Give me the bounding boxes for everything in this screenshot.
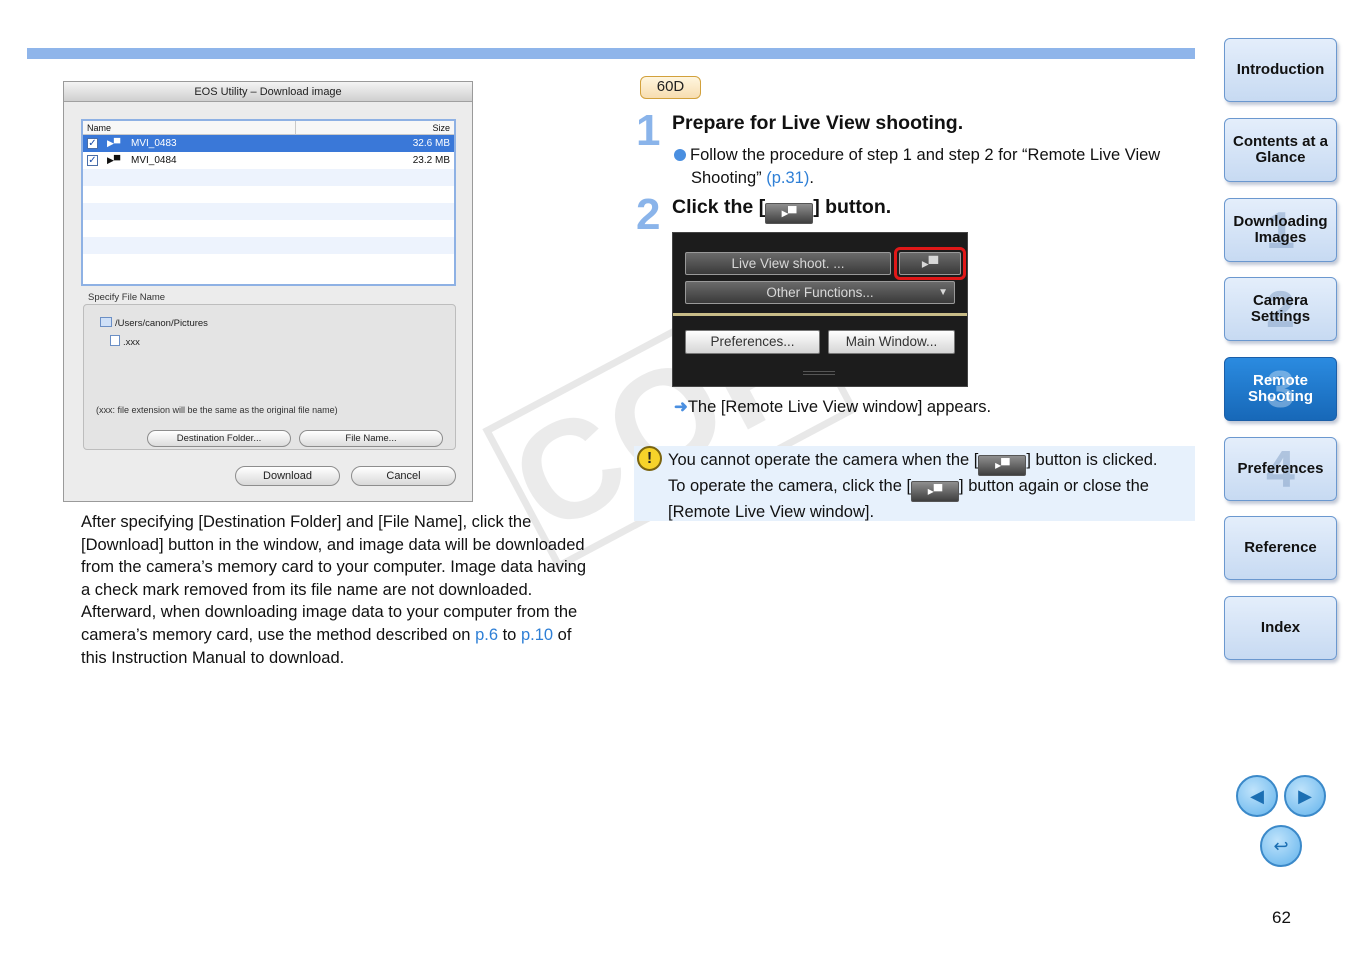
bullet-icon	[674, 149, 686, 161]
column-name: Name	[87, 123, 112, 133]
column-size: Size	[432, 123, 450, 133]
destination-path: /Users/canon/Pictures	[100, 317, 208, 329]
step-title: Click the [▸▀] button.	[672, 196, 891, 224]
download-dialog: EOS Utility – Download image Name Size ✓…	[63, 81, 473, 502]
specify-file-name-label: Specify File Name	[88, 292, 166, 303]
folder-icon	[100, 317, 112, 327]
checkbox[interactable]: ✓	[87, 155, 98, 166]
step-number: 1	[636, 106, 661, 155]
return-icon[interactable]: ↩	[1260, 825, 1302, 867]
main-window-button[interactable]: Main Window...	[828, 330, 955, 354]
file-row[interactable]: ✓ ▶▀ MVI_0483 32.6 MB	[83, 135, 454, 152]
page-link[interactable]: (p.31)	[766, 169, 809, 187]
arrow-icon: ➜	[674, 398, 688, 416]
model-badge: 60D	[640, 76, 701, 99]
caution-box: ! You cannot operate the camera when the…	[634, 446, 1195, 521]
nav-reference[interactable]: Reference	[1224, 516, 1337, 580]
checkbox[interactable]: ✓	[87, 138, 98, 149]
resize-grip	[803, 371, 835, 375]
result-text: ➜The [Remote Live View window] appears.	[674, 398, 992, 416]
body-paragraph: After specifying [Destination Folder] an…	[81, 513, 587, 667]
file-icon	[110, 335, 120, 346]
caution-icon: !	[637, 446, 662, 471]
file-name-button[interactable]: File Name...	[299, 430, 443, 447]
destination-folder-button[interactable]: Destination Folder...	[147, 430, 291, 447]
nav-contents-at-a-glance[interactable]: Contents at a Glance	[1224, 118, 1337, 182]
step-number: 2	[636, 190, 661, 239]
step-bullet: Follow the procedure of step 1 and step …	[674, 144, 1199, 190]
step-title: Prepare for Live View shooting.	[672, 112, 964, 134]
file-list-header: Name Size	[83, 121, 454, 135]
header-bar	[27, 48, 1195, 59]
movie-camera-icon: ▸▀	[911, 481, 960, 502]
dropdown-icon: ▼	[938, 287, 948, 298]
download-button[interactable]: Download	[235, 466, 340, 486]
nav-preferences[interactable]: 4 Preferences	[1224, 437, 1337, 501]
nav-remote-shooting[interactable]: 3 Remote Shooting	[1224, 357, 1337, 421]
page-link[interactable]: p.10	[521, 626, 553, 644]
nav-downloading-images[interactable]: 1 Downloading Images	[1224, 198, 1337, 262]
file-row[interactable]: ✓ ▶▀ MVI_0484 23.2 MB	[83, 152, 454, 169]
movie-camera-icon: ▸▀	[978, 455, 1027, 476]
file-name-pattern: .xxx	[110, 335, 140, 348]
page-link[interactable]: p.6	[475, 626, 498, 644]
file-name: MVI_0484	[131, 155, 177, 166]
preferences-button[interactable]: Preferences...	[685, 330, 820, 354]
previous-page-icon[interactable]: ◀	[1236, 775, 1278, 817]
file-size: 32.6 MB	[412, 138, 450, 149]
other-functions-button[interactable]: Other Functions... ▼	[685, 281, 955, 304]
movie-icon: ▶▀	[107, 155, 121, 165]
nav-camera-settings[interactable]: 2 Camera Settings	[1224, 277, 1337, 341]
file-list: Name Size ✓ ▶▀ MVI_0483 32.6 MB ✓ ▶▀ MVI…	[81, 119, 456, 286]
page-number: 62	[1272, 908, 1291, 927]
dialog-title: EOS Utility – Download image	[64, 82, 472, 102]
extension-note: (xxx: file extension will be the same as…	[96, 405, 338, 415]
next-page-icon[interactable]: ▶	[1284, 775, 1326, 817]
cancel-button[interactable]: Cancel	[351, 466, 456, 486]
file-size: 23.2 MB	[412, 155, 450, 166]
nav-introduction[interactable]: Introduction	[1224, 38, 1337, 102]
file-name: MVI_0483	[131, 138, 177, 149]
highlight-ring	[894, 247, 966, 280]
live-view-shoot-button[interactable]: Live View shoot. ...	[685, 252, 891, 275]
liveview-panel-screenshot: Live View shoot. ... ▸▀ Other Functions.…	[672, 232, 968, 387]
caution-text: You cannot operate the camera when the […	[668, 451, 1158, 521]
movie-icon: ▶▀	[107, 138, 121, 148]
movie-camera-icon: ▸▀	[765, 203, 814, 224]
specify-file-name-box: /Users/canon/Pictures .xxx (xxx: file ex…	[83, 304, 456, 450]
nav-index[interactable]: Index	[1224, 596, 1337, 660]
